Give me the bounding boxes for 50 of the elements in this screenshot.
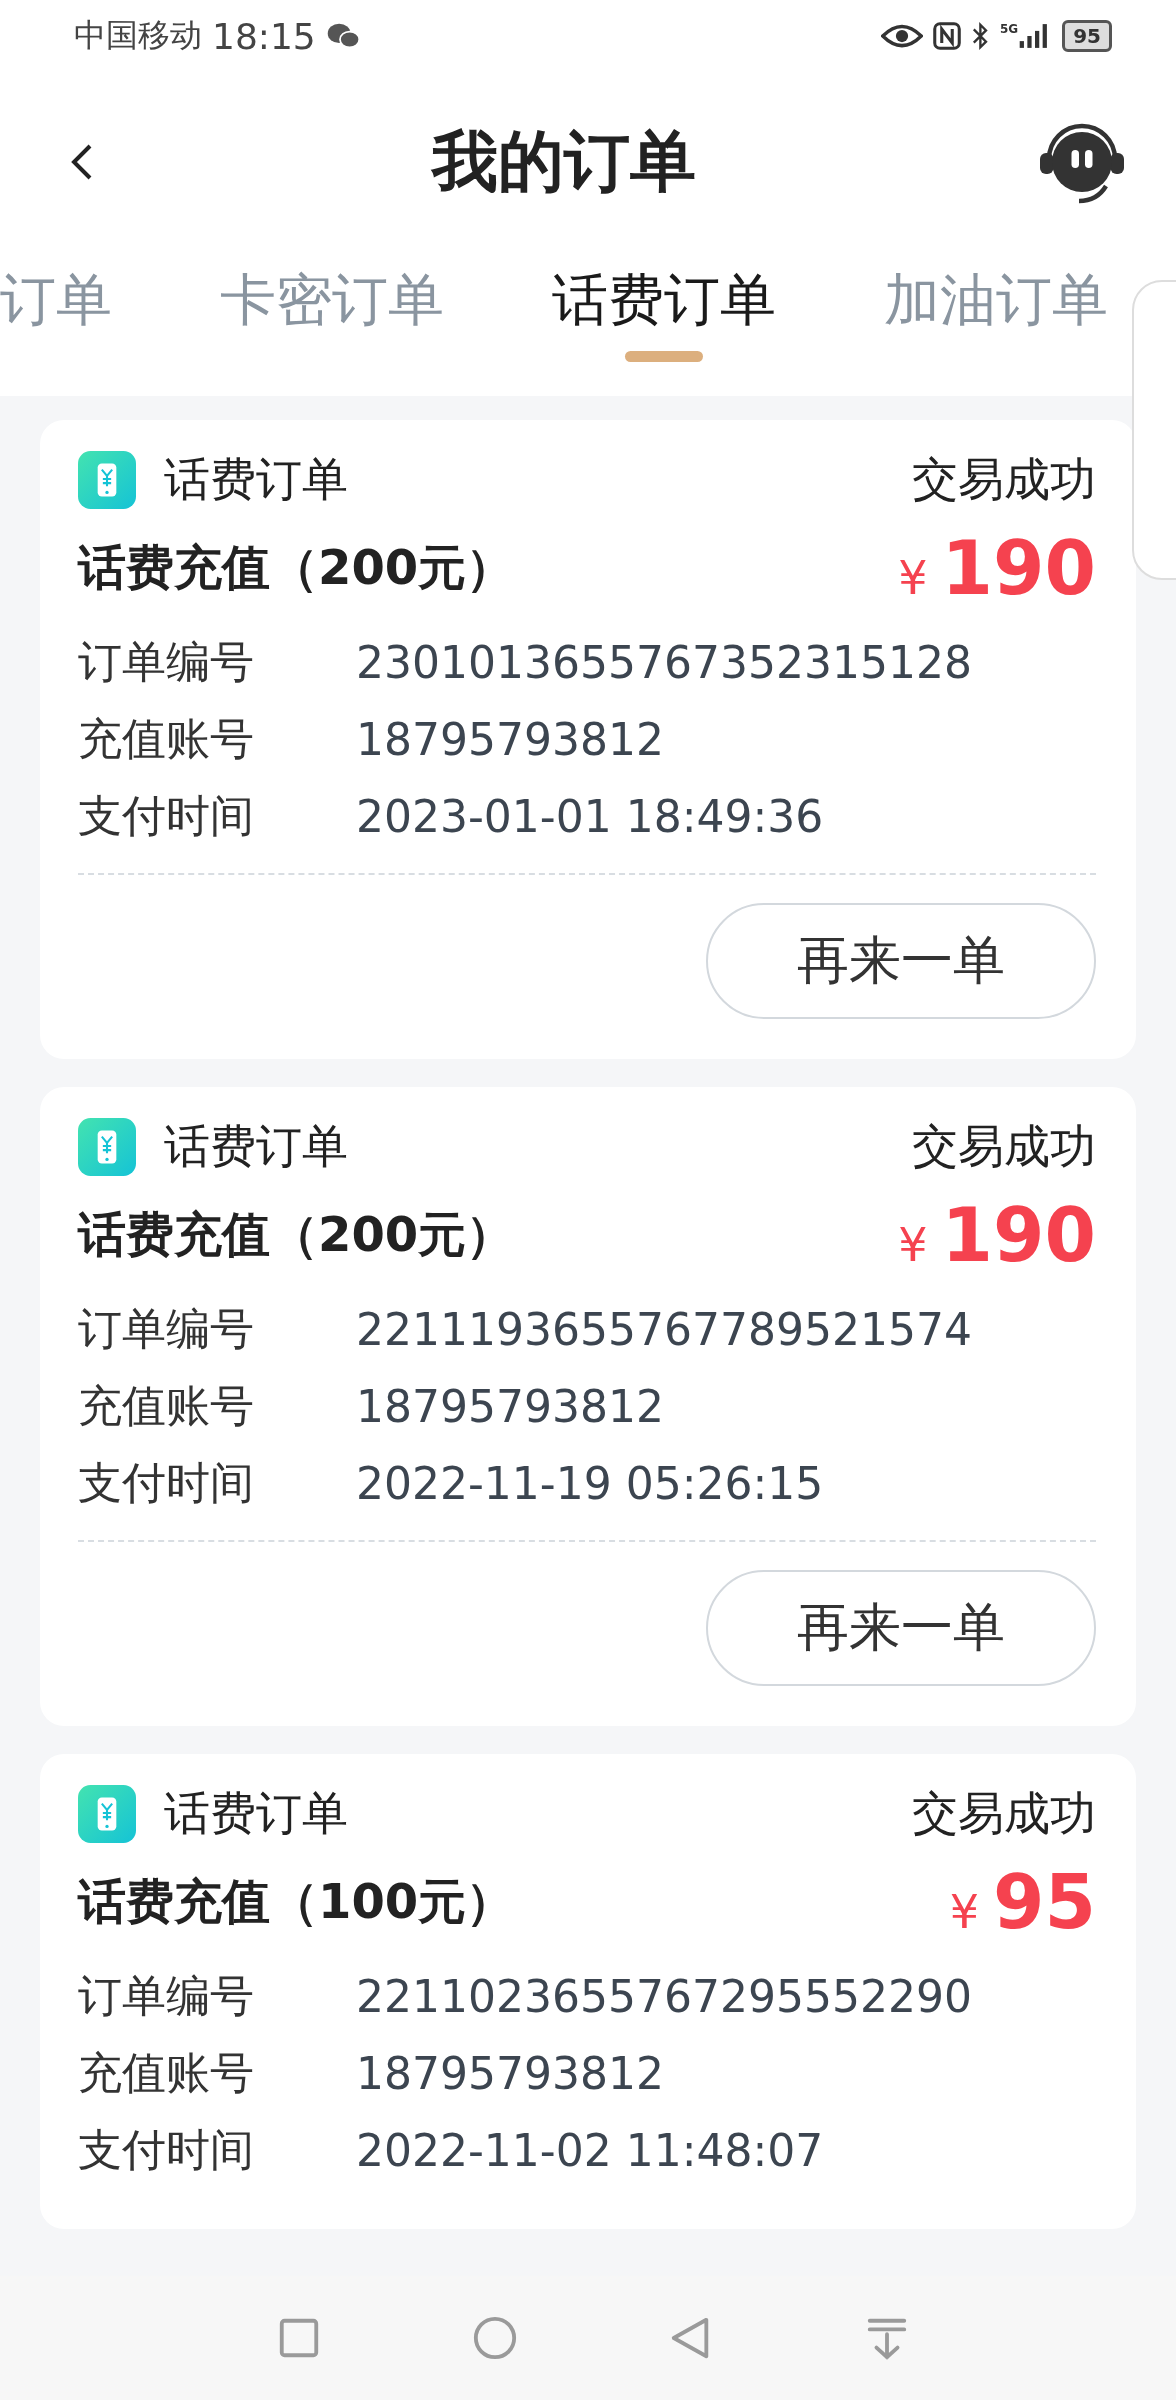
price-amount: 190 <box>941 1192 1096 1278</box>
currency-sign: ¥ <box>898 1218 928 1272</box>
home-icon[interactable] <box>472 2315 518 2361</box>
tab[interactable]: 话费订单 <box>552 260 776 366</box>
back-icon <box>70 142 94 182</box>
field-value: 18795793812 <box>356 714 664 765</box>
currency-sign: ¥ <box>949 1885 979 1939</box>
field-label: 订单编号 <box>78 635 255 689</box>
currency-sign: ¥ <box>898 551 928 605</box>
field-label: 支付时间 <box>78 2123 255 2177</box>
status-time: 18:15 <box>212 15 316 57</box>
field-label: 订单编号 <box>78 1969 255 2023</box>
product-title: 话费充值（200元） <box>78 538 515 597</box>
phone-yuan-icon <box>78 1785 136 1843</box>
eye-icon <box>881 22 924 50</box>
field-value: 2022-11-19 05:26:15 <box>356 1458 824 1509</box>
phone-yuan-icon <box>78 1118 136 1176</box>
field-label: 充值账号 <box>78 1379 255 1433</box>
reorder-button[interactable]: 再来一单 <box>706 1570 1096 1686</box>
field-label: 支付时间 <box>78 789 255 843</box>
field-label: 订单编号 <box>78 1302 255 1356</box>
field-value: 18795793812 <box>356 1381 664 1432</box>
network-type: 5G <box>999 22 1019 36</box>
chat-bubbles-icon <box>325 22 361 50</box>
price-amount: 95 <box>993 1859 1096 1945</box>
order-category: 话费订单 <box>164 1118 348 1175</box>
phone-yuan-icon <box>78 451 136 509</box>
field-value: 2023-01-01 18:49:36 <box>356 791 824 842</box>
order-category: 话费订单 <box>164 451 348 508</box>
price-amount: 190 <box>941 525 1096 611</box>
field-value: 2211193655767789521574 <box>356 1304 972 1355</box>
page-title: 我的订单 <box>432 122 696 202</box>
order-category: 话费订单 <box>164 1785 348 1842</box>
field-value: 2022-11-02 11:48:07 <box>356 2125 824 2176</box>
bluetooth-icon <box>971 21 990 51</box>
reorder-button[interactable]: 再来一单 <box>706 903 1096 1019</box>
field-value: 2301013655767352315128 <box>356 637 972 688</box>
nfc-icon <box>933 22 962 50</box>
product-title: 话费充值（100元） <box>78 1872 515 1931</box>
order-status: 交易成功 <box>912 451 1096 508</box>
field-label: 充值账号 <box>78 712 255 766</box>
field-label: 支付时间 <box>78 1456 255 1510</box>
order-status: 交易成功 <box>912 1118 1096 1175</box>
battery-level: 95 <box>1073 24 1101 48</box>
order-status: 交易成功 <box>912 1785 1096 1842</box>
field-label: 充值账号 <box>78 2046 255 2100</box>
field-value: 18795793812 <box>356 2048 664 2099</box>
product-title: 话费充值（200元） <box>78 1205 515 1264</box>
carrier-name: 中国移动 <box>74 15 202 56</box>
field-value: 2211023655767295552290 <box>356 1971 972 2022</box>
